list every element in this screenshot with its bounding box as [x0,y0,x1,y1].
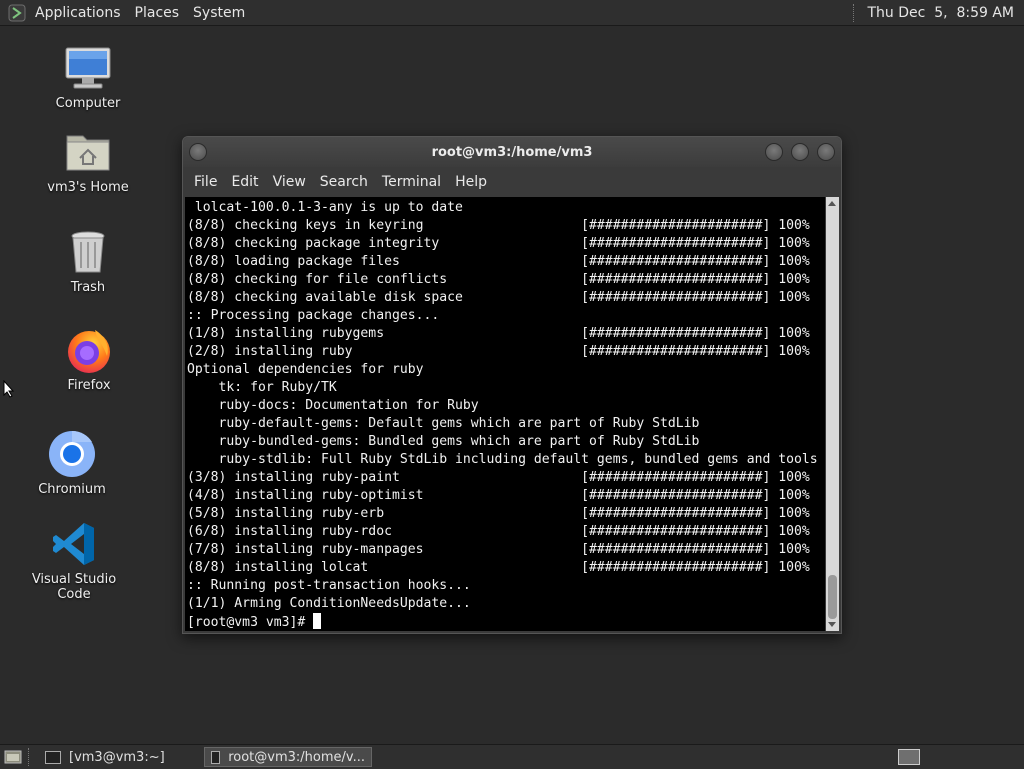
desktop-icon-trash[interactable]: Trash [28,228,148,295]
mouse-pointer-icon [3,380,15,398]
chromium-icon [48,430,96,478]
places-menu[interactable]: Places [128,5,187,21]
terminal-line: ruby-bundled-gems: Bundled gems which ar… [218,434,700,449]
terminal-line: (8/8) checking available disk space [###… [187,290,810,305]
terminal-line: (8/8) loading package files [###########… [187,254,810,269]
scroll-down-arrow-icon[interactable] [828,622,836,627]
close-button[interactable] [817,143,835,161]
window-title: root@vm3:/home/vm3 [431,144,593,160]
taskbar-item-vm3-terminal[interactable]: [vm3@vm3:~] [38,747,198,767]
terminal-line: (8/8) checking package integrity [######… [187,236,810,251]
terminal-line: Optional dependencies for ruby [187,362,424,377]
terminal-line: (2/8) installing ruby [#################… [187,344,810,359]
workspace-switcher-icon[interactable] [898,749,920,765]
terminal-line: ruby-stdlib: Full Ruby StdLib including … [218,452,818,467]
taskbar-item-label: root@vm3:/home/v... [228,749,365,765]
terminal-menubar: File Edit View Search Terminal Help [183,167,841,197]
terminal-titlebar[interactable]: root@vm3:/home/vm3 [183,137,841,167]
top-panel: Applications Places System Thu Dec 5, 8:… [0,0,1024,26]
terminal-output[interactable]: lolcat-100.0.1-3-any is up to date (8/8)… [185,197,825,631]
menu-file[interactable]: File [187,174,224,190]
terminal-line: (8/8) checking for file conflicts [#####… [187,272,810,287]
distro-logo-icon[interactable] [8,4,26,22]
window-menu-button[interactable] [189,143,207,161]
terminal-line: (3/8) installing ruby-paint [###########… [187,470,810,485]
home-folder-icon [64,128,112,176]
computer-icon [64,44,112,92]
terminal-scrollbar[interactable] [826,197,839,631]
terminal-icon [211,750,221,764]
desktop-icon-label: Computer [55,96,121,111]
desktop-icon-label: Trash [70,280,106,295]
terminal-line: (1/1) Arming ConditionNeedsUpdate... [187,596,471,611]
terminal-line: lolcat-100.0.1-3-any is up to date [194,200,463,215]
terminal-line: (6/8) installing ruby-rdoc [############… [187,524,810,539]
terminal-cursor [313,613,322,629]
terminal-line: (1/8) installing rubygems [#############… [187,326,810,341]
terminal-line: :: Running post-transaction hooks... [187,578,471,593]
terminal-line: ruby-default-gems: Default gems which ar… [218,416,700,431]
trash-icon [64,228,112,276]
terminal-line: (8/8) installing lolcat [###############… [187,560,810,575]
terminal-line: (8/8) checking keys in keyring [########… [187,218,810,233]
scroll-up-arrow-icon[interactable] [828,201,836,206]
bottom-panel: [vm3@vm3:~] root@vm3:/home/v... [0,744,1024,769]
terminal-line: (5/8) installing ruby-erb [#############… [187,506,810,521]
terminal-line: ruby-docs: Documentation for Ruby [218,398,479,413]
clock[interactable]: Thu Dec 5, 8:59 AM [867,5,1024,21]
terminal-window[interactable]: root@vm3:/home/vm3 File Edit View Search… [182,136,842,634]
menu-terminal[interactable]: Terminal [375,174,448,190]
menu-edit[interactable]: Edit [224,174,265,190]
system-menu[interactable]: System [186,5,252,21]
panel-separator [853,3,857,22]
terminal-icon [45,750,61,764]
terminal-line: :: Processing package changes... [187,308,440,323]
firefox-icon [65,326,113,374]
terminal-line: (7/8) installing ruby-manpages [########… [187,542,810,557]
desktop-icon-label: Firefox [67,378,111,393]
menu-view[interactable]: View [266,174,313,190]
terminal-line: tk: for Ruby/TK [218,380,337,395]
terminal-output-text: lolcat-100.0.1-3-any is up to date (8/8)… [187,200,818,611]
desktop-icon-firefox[interactable]: Firefox [29,326,149,393]
applications-menu[interactable]: Applications [28,5,128,21]
desktop-icon-home[interactable]: vm3's Home [28,128,148,195]
desktop-icon-vscode[interactable]: Visual Studio Code [14,520,134,602]
desktop-icon-label: Chromium [38,482,106,497]
maximize-button[interactable] [791,143,809,161]
terminal-line: (4/8) installing ruby-optimist [########… [187,488,810,503]
panel-separator [28,748,30,766]
minimize-button[interactable] [765,143,783,161]
desktop-icon-chromium[interactable]: Chromium [12,430,132,497]
menu-help[interactable]: Help [448,174,494,190]
desktop-icon-label: vm3's Home [47,180,129,195]
vscode-icon [50,520,98,568]
taskbar-item-label: [vm3@vm3:~] [69,749,165,765]
taskbar-item-root-terminal[interactable]: root@vm3:/home/v... [204,747,372,767]
terminal-prompt: [root@vm3 vm3]# [187,615,314,630]
desktop-icon-label: Visual Studio Code [31,572,117,602]
desktop-icon-computer[interactable]: Computer [28,44,148,111]
show-desktop-icon[interactable] [4,749,22,765]
menu-search[interactable]: Search [313,174,375,190]
scrollbar-thumb[interactable] [828,575,837,619]
